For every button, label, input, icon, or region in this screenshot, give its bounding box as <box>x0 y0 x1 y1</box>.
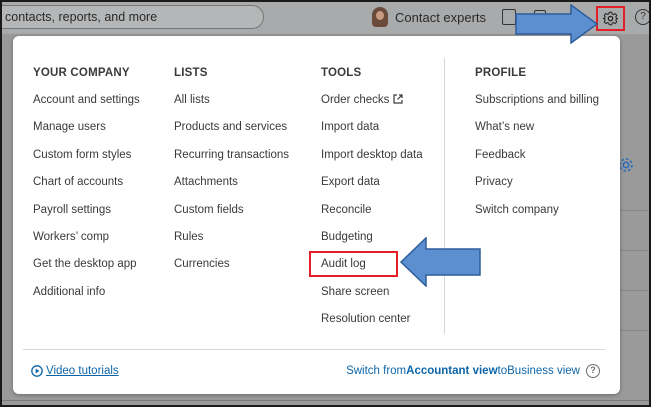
background-divider <box>620 330 649 331</box>
annotation-arrow-to-audit-log <box>400 237 481 287</box>
menu-item-custom-form-styles[interactable]: Custom form styles <box>33 148 140 175</box>
footer-divider <box>23 349 605 350</box>
accountant-view-label: Accountant view <box>406 365 498 377</box>
menu-item-products-and-services[interactable]: Products and services <box>174 120 289 147</box>
column-heading: PROFILE <box>475 67 527 79</box>
expert-avatar <box>372 7 388 27</box>
column-heading: YOUR COMPANY <box>33 67 130 79</box>
menu-item-custom-fields[interactable]: Custom fields <box>174 203 289 230</box>
search-input[interactable]: contacts, reports, and more <box>2 5 264 29</box>
question-circle-icon[interactable]: ? <box>586 364 600 378</box>
background-gear-icon <box>619 158 633 172</box>
menu-item-subscriptions-and-billing[interactable]: Subscriptions and billing <box>475 93 599 120</box>
menu-item-attachments[interactable]: Attachments <box>174 175 289 202</box>
menu-item-whats-new[interactable]: What’s new <box>475 120 599 147</box>
menu-item-manage-users[interactable]: Manage users <box>33 120 140 147</box>
column-your-company: YOUR COMPANY Account and settings Manage… <box>33 66 140 312</box>
switch-prefix: Switch from <box>346 365 407 377</box>
menu-item-all-lists[interactable]: All lists <box>174 93 289 120</box>
video-tutorials-link[interactable]: Video tutorials <box>31 365 119 377</box>
menu-item-switch-company[interactable]: Switch company <box>475 203 599 230</box>
audit-log-highlight <box>309 251 398 277</box>
column-tools: TOOLS Order checks Import data Import de… <box>321 66 423 340</box>
menu-item-feedback[interactable]: Feedback <box>475 148 599 175</box>
background-divider <box>2 400 649 401</box>
menu-item-resolution-center[interactable]: Resolution center <box>321 312 423 339</box>
menu-item-order-checks[interactable]: Order checks <box>321 93 423 120</box>
video-tutorials-label: Video tutorials <box>46 365 119 377</box>
menu-item-import-data[interactable]: Import data <box>321 120 423 147</box>
external-link-icon <box>393 94 403 104</box>
background-divider <box>620 290 649 291</box>
play-circle-icon <box>31 365 43 377</box>
column-heading: LISTS <box>174 67 208 79</box>
clipboard-icon[interactable] <box>502 9 516 25</box>
help-icon[interactable]: ? <box>635 9 649 25</box>
switch-view-link[interactable]: Switch from Accountant view to Business … <box>346 364 600 378</box>
menu-item-recurring-transactions[interactable]: Recurring transactions <box>174 148 289 175</box>
column-profile: PROFILE Subscriptions and billing What’s… <box>475 66 599 230</box>
column-divider <box>444 58 445 334</box>
column-lists: LISTS All lists Products and services Re… <box>174 66 289 285</box>
menu-item-reconcile[interactable]: Reconcile <box>321 203 423 230</box>
switch-middle: to <box>497 365 508 377</box>
menu-item-share-screen[interactable]: Share screen <box>321 285 423 312</box>
menu-item-additional-info[interactable]: Additional info <box>33 285 140 312</box>
column-heading: TOOLS <box>321 67 362 79</box>
menu-item-rules[interactable]: Rules <box>174 230 289 257</box>
screenshot-frame: contacts, reports, and more Contact expe… <box>0 0 651 407</box>
menu-item-privacy[interactable]: Privacy <box>475 175 599 202</box>
menu-item-chart-of-accounts[interactable]: Chart of accounts <box>33 175 140 202</box>
gear-icon <box>603 11 618 26</box>
menu-item-export-data[interactable]: Export data <box>321 175 423 202</box>
menu-item-import-desktop-data[interactable]: Import desktop data <box>321 148 423 175</box>
gear-settings-button[interactable] <box>596 6 625 31</box>
menu-item-account-and-settings[interactable]: Account and settings <box>33 93 140 120</box>
menu-item-currencies[interactable]: Currencies <box>174 257 289 284</box>
menu-item-label: Order checks <box>321 94 390 106</box>
menu-item-get-desktop-app[interactable]: Get the desktop app <box>33 257 140 284</box>
contact-experts-link[interactable]: Contact experts <box>395 10 486 25</box>
background-divider <box>620 250 649 251</box>
menu-item-workers-comp[interactable]: Workers’ comp <box>33 230 140 257</box>
business-view-label: Business view <box>507 365 580 377</box>
annotation-arrow-to-gear <box>515 4 599 44</box>
background-divider <box>620 210 649 211</box>
settings-menu-panel: YOUR COMPANY Account and settings Manage… <box>13 36 620 394</box>
menu-item-payroll-settings[interactable]: Payroll settings <box>33 203 140 230</box>
